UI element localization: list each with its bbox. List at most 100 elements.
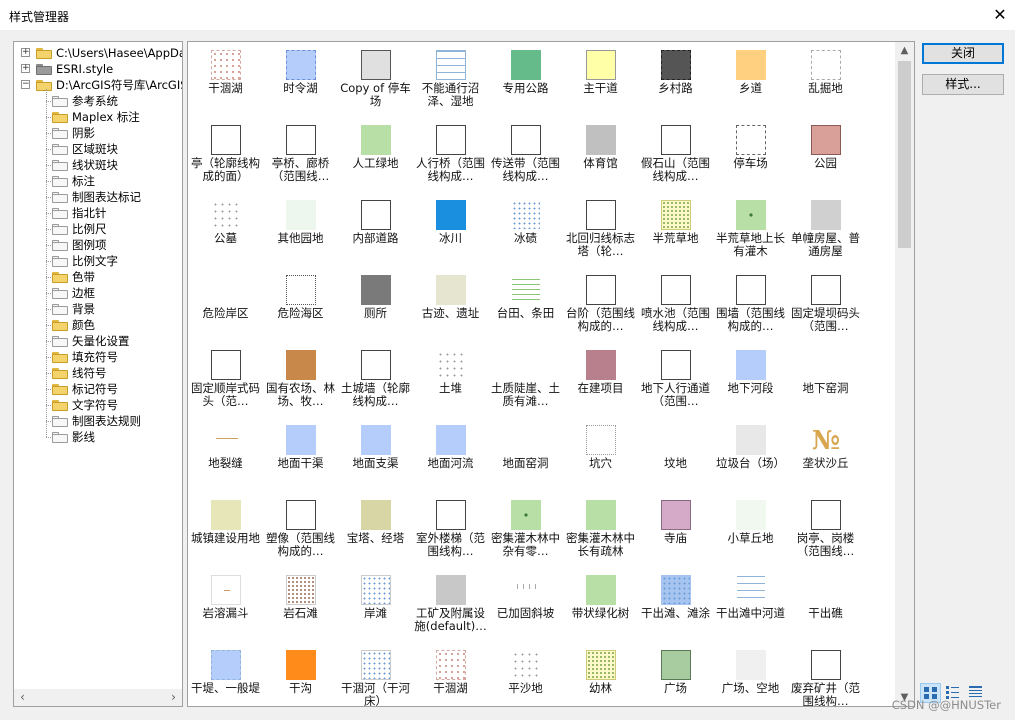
symbol-item[interactable]: 亭桥、廊桥（范围线… (263, 119, 338, 194)
symbol-item[interactable]: 干涸河（干河床） (338, 644, 413, 706)
tree-item[interactable]: Maplex 标注 (14, 109, 182, 125)
symbol-item[interactable]: 干堤、一般堤 (188, 644, 263, 706)
style-tree[interactable]: ‹ › + C:\Users\Hasee\AppData + ESRI.style − D… (13, 41, 183, 707)
symbol-item[interactable]: 土堆 (413, 344, 488, 419)
symbol-item[interactable]: 岸滩 (338, 569, 413, 644)
tree-item[interactable]: 图例项 (14, 237, 182, 253)
styles-button[interactable]: 样式... (922, 74, 1004, 95)
symbol-item[interactable]: 密集灌木林中杂有零… (488, 494, 563, 569)
symbol-item[interactable]: 干沟 (263, 644, 338, 706)
symbol-item[interactable]: 地面窑洞 (488, 419, 563, 494)
symbol-item[interactable]: 停车场 (713, 119, 788, 194)
chevron-right-icon[interactable]: › (165, 689, 182, 706)
symbol-item[interactable]: 人工绿地 (338, 119, 413, 194)
symbol-item[interactable]: 固定顺岸式码头（范… (188, 344, 263, 419)
tree-item[interactable]: 区域斑块 (14, 141, 182, 157)
tree-item[interactable]: 文字符号 (14, 397, 182, 413)
tree-item[interactable]: + ESRI.style (14, 61, 182, 77)
tree-item[interactable]: 制图表达标记 (14, 189, 182, 205)
symbol-grid[interactable]: 干涸湖 时令湖 Copy of 停车场 不能通行沼泽、湿地 专用公路 主干道 乡村路 乡道 乱掘… (187, 41, 915, 707)
symbol-item[interactable]: 亭（轮廓线构成的面） (188, 119, 263, 194)
symbol-item[interactable]: 危险海区 (263, 269, 338, 344)
symbol-item[interactable]: 坑穴 (563, 419, 638, 494)
symbol-item[interactable]: 平沙地 (488, 644, 563, 706)
symbol-item[interactable]: 乡村路 (638, 44, 713, 119)
tree-item[interactable]: 比例文字 (14, 253, 182, 269)
tree-item[interactable]: 背景 (14, 301, 182, 317)
symbol-item[interactable]: 内部道路 (338, 194, 413, 269)
symbol-item[interactable]: 废弃矿井（范围线构… (788, 644, 863, 706)
symbol-item[interactable]: 塑像（范围线构成的… (263, 494, 338, 569)
symbol-item[interactable]: 地下窑洞 (788, 344, 863, 419)
symbol-item[interactable]: 喷水池（范围线构成… (638, 269, 713, 344)
tree-item[interactable]: 比例尺 (14, 221, 182, 237)
symbol-item[interactable]: 干出滩中河道 (713, 569, 788, 644)
tree-item[interactable]: + C:\Users\Hasee\AppData (14, 45, 182, 61)
symbol-item[interactable]: 干涸湖 (413, 644, 488, 706)
symbol-item[interactable]: 干出滩、滩涂 (638, 569, 713, 644)
symbol-item[interactable]: 岩石滩 (263, 569, 338, 644)
tree-item[interactable]: − D:\ArcGIS符号库\ArcGIS (14, 77, 182, 93)
symbol-item[interactable]: Copy of 停车场 (338, 44, 413, 119)
symbol-item[interactable]: 台阶（范围线构成的… (563, 269, 638, 344)
tree-item[interactable]: 参考系统 (14, 93, 182, 109)
symbol-item[interactable]: 固定堤坝码头（范围… (788, 269, 863, 344)
symbol-item[interactable]: 室外楼梯（范围线构… (413, 494, 488, 569)
symbol-item[interactable]: 垃圾台（场） (713, 419, 788, 494)
tree-item[interactable]: 色带 (14, 269, 182, 285)
symbol-item[interactable]: 公墓 (188, 194, 263, 269)
symbol-item[interactable]: 冰碛 (488, 194, 563, 269)
close-button[interactable]: 关闭 (922, 43, 1004, 64)
symbol-item[interactable]: 干出礁 (788, 569, 863, 644)
symbol-item[interactable]: 密集灌木林中长有疏林 (563, 494, 638, 569)
symbol-item[interactable]: 土质陡崖、土质有滩… (488, 344, 563, 419)
symbol-item[interactable]: 台田、条田 (488, 269, 563, 344)
symbol-item[interactable]: 幼林 (563, 644, 638, 706)
symbol-item[interactable]: 乡道 (713, 44, 788, 119)
symbol-item[interactable]: 单幢房屋、普通房屋 (788, 194, 863, 269)
plus-icon[interactable]: + (21, 64, 30, 73)
symbol-item[interactable]: 地裂缝 (188, 419, 263, 494)
tree-item[interactable]: 指北针 (14, 205, 182, 221)
plus-icon[interactable]: + (21, 48, 30, 57)
symbol-item[interactable]: 危险岸区 (188, 269, 263, 344)
symbol-item[interactable]: № 垄状沙丘 (788, 419, 863, 494)
symbol-item[interactable]: 冰川 (413, 194, 488, 269)
symbol-item[interactable]: 宝塔、经塔 (338, 494, 413, 569)
symbol-item[interactable]: 体育馆 (563, 119, 638, 194)
symbol-item[interactable]: 广场 (638, 644, 713, 706)
close-icon[interactable]: ✕ (985, 0, 1015, 30)
symbol-item[interactable]: 人行桥（范围线构成… (413, 119, 488, 194)
minus-icon[interactable]: − (21, 80, 30, 89)
symbol-item[interactable]: 已加固斜坡 (488, 569, 563, 644)
tree-item[interactable]: 边框 (14, 285, 182, 301)
tree-item[interactable]: 制图表达规则 (14, 413, 182, 429)
symbol-item[interactable]: 其他园地 (263, 194, 338, 269)
symbol-item[interactable]: 岩溶漏斗 (188, 569, 263, 644)
tree-horizontal-scrollbar[interactable]: ‹ › (14, 689, 182, 706)
symbol-item[interactable]: 城镇建设用地 (188, 494, 263, 569)
symbol-item[interactable]: 主干道 (563, 44, 638, 119)
symbol-item[interactable]: 小草丘地 (713, 494, 788, 569)
tree-item[interactable]: 线符号 (14, 365, 182, 381)
symbol-item[interactable]: 乱掘地 (788, 44, 863, 119)
symbol-item[interactable]: 古迹、遗址 (413, 269, 488, 344)
tree-item[interactable]: 填充符号 (14, 349, 182, 365)
symbol-item[interactable]: 广场、空地 (713, 644, 788, 706)
symbol-item[interactable]: 围墙（范围线构成的… (713, 269, 788, 344)
grid-vertical-scrollbar[interactable]: ▲ ▼ (895, 42, 914, 706)
symbol-item[interactable]: 工矿及附属设施(default)… (413, 569, 488, 644)
symbol-item[interactable]: 半荒草地上长有灌木 (713, 194, 788, 269)
chevron-left-icon[interactable]: ‹ (14, 689, 31, 706)
symbol-item[interactable]: 在建项目 (563, 344, 638, 419)
tree-item[interactable]: 标记符号 (14, 381, 182, 397)
symbol-item[interactable]: 土城墙（轮廓线构成… (338, 344, 413, 419)
symbol-item[interactable]: 岗亭、岗楼（范围线… (788, 494, 863, 569)
symbol-item[interactable]: 传送带（范围线构成… (488, 119, 563, 194)
symbol-item[interactable]: 公园 (788, 119, 863, 194)
symbol-item[interactable]: 不能通行沼泽、湿地 (413, 44, 488, 119)
symbol-item[interactable]: 寺庙 (638, 494, 713, 569)
symbol-item[interactable]: 半荒草地 (638, 194, 713, 269)
scrollbar-thumb[interactable] (898, 61, 911, 248)
tree-item[interactable]: 颜色 (14, 317, 182, 333)
